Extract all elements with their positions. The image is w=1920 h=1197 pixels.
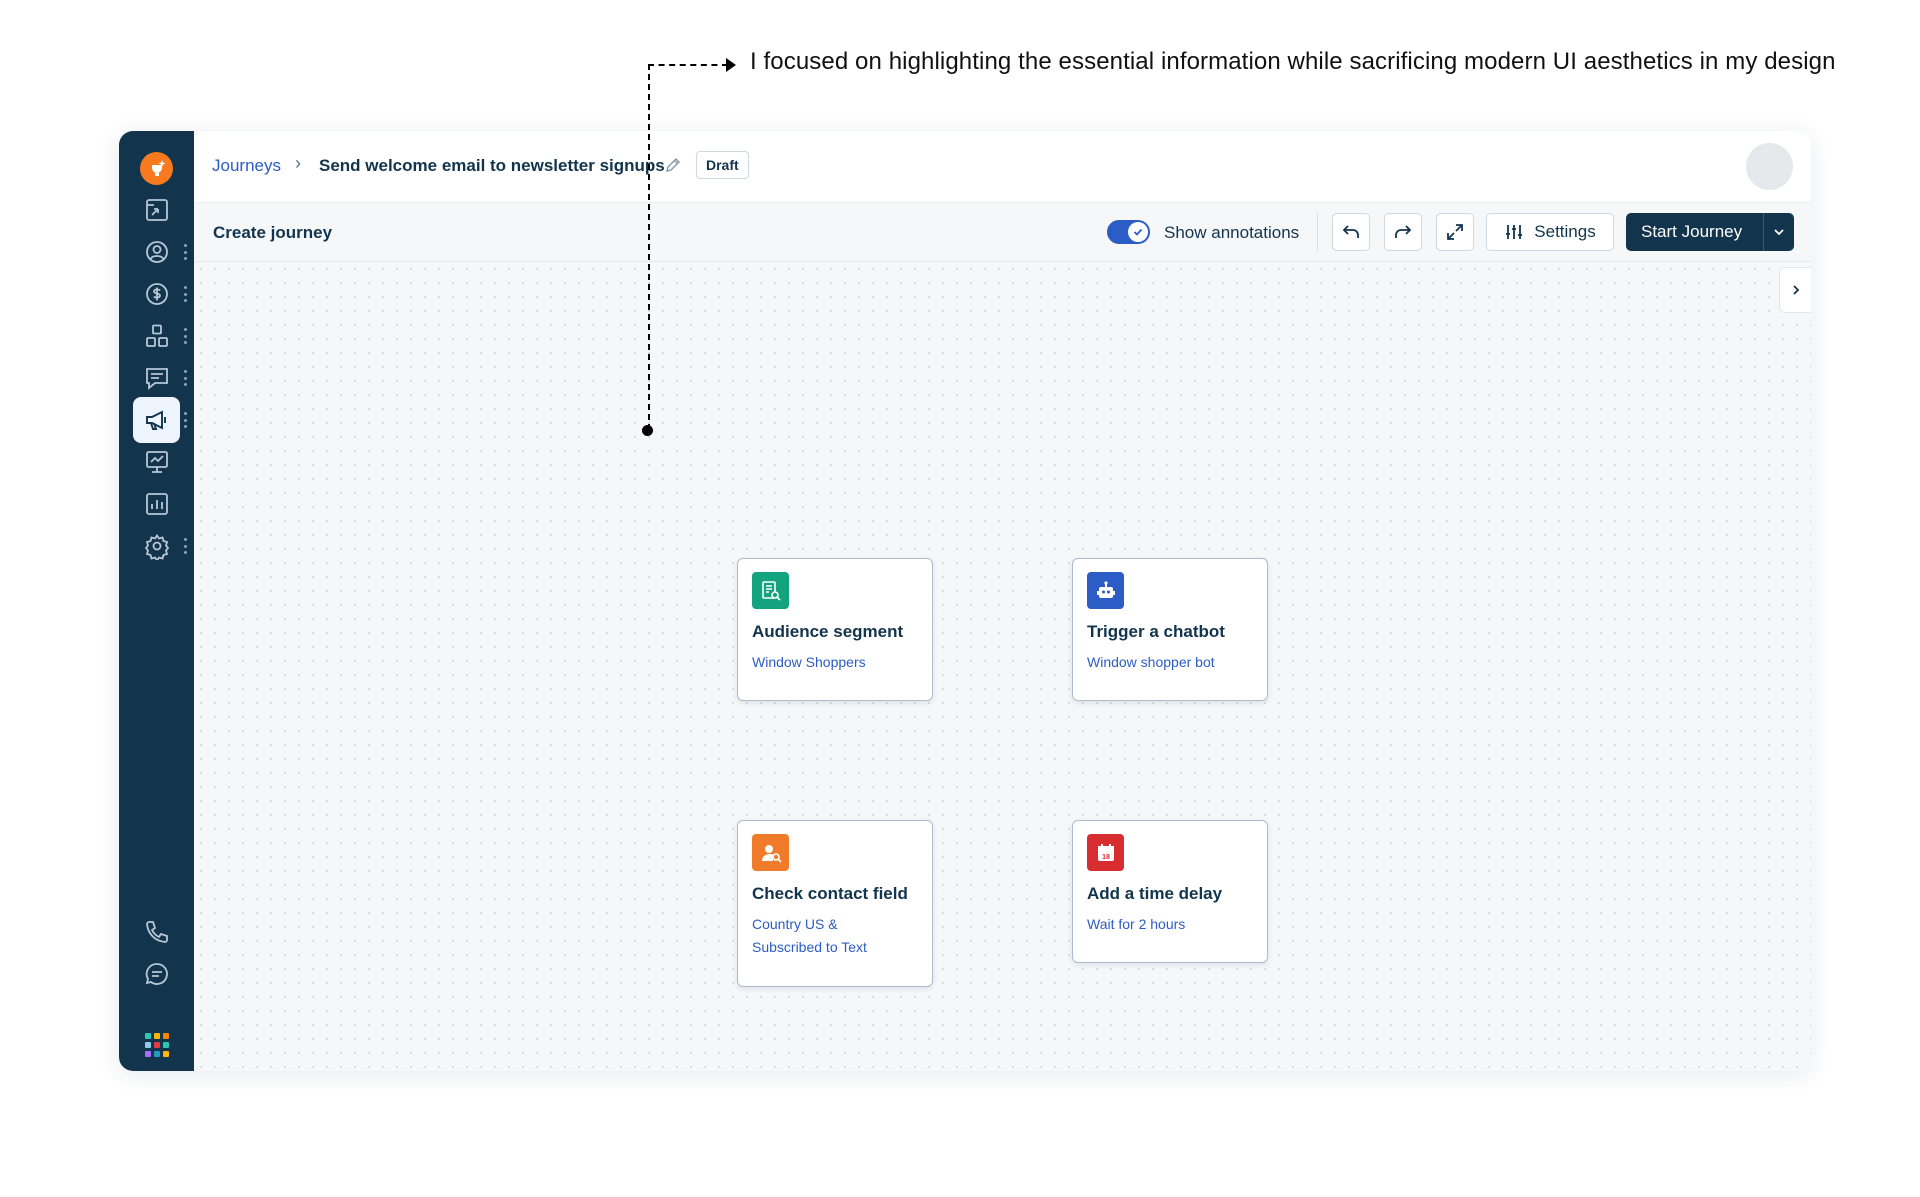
breadcrumb-journeys-link[interactable]: Journeys	[212, 156, 281, 176]
audience-segment-node[interactable]: Audience segment Window Shoppers	[737, 558, 933, 701]
deals-more-icon[interactable]	[183, 286, 187, 302]
settings-icon[interactable]	[133, 523, 180, 569]
trigger-chatbot-node[interactable]: Trigger a chatbot Window shopper bot	[1072, 558, 1268, 701]
contacts-icon[interactable]	[133, 229, 180, 275]
chevron-down-icon	[1774, 229, 1784, 236]
journey-canvas[interactable]: Audience segment Window Shoppers Trigger…	[194, 262, 1811, 1071]
redo-button[interactable]	[1384, 213, 1422, 251]
show-annotations-label: Show annotations	[1164, 223, 1300, 242]
callout-arrowhead	[726, 58, 736, 72]
start-journey-dropdown[interactable]	[1764, 225, 1794, 239]
segments-more-icon[interactable]	[183, 328, 187, 344]
deals-icon[interactable]	[133, 271, 180, 317]
chat-icon[interactable]	[133, 951, 180, 997]
expand-panel-button[interactable]	[1779, 267, 1811, 313]
callout-leader-vertical	[648, 64, 650, 430]
settings-button[interactable]: Settings	[1486, 213, 1614, 251]
analytics-icon[interactable]	[133, 481, 180, 527]
calendar-icon: 18	[1087, 834, 1124, 871]
node-title: Check contact field	[752, 884, 908, 903]
toggle-check-icon	[1128, 222, 1148, 242]
toolbar: Create journey Show annotations Settings…	[194, 203, 1811, 262]
calendar-day-label: 18	[1102, 854, 1110, 861]
sidebar	[119, 131, 194, 1071]
campaigns-more-icon[interactable]	[183, 412, 187, 428]
node-subtitle: Wait for 2 hours	[1087, 916, 1186, 932]
undo-icon	[1342, 225, 1359, 238]
conversations-more-icon[interactable]	[183, 370, 187, 386]
marketing-icon[interactable]	[133, 439, 180, 485]
apps-icon[interactable]	[145, 1033, 169, 1057]
sliders-icon	[1506, 225, 1523, 239]
toolbar-divider	[1317, 213, 1318, 251]
node-subtitle: Window Shoppers	[752, 654, 866, 670]
add-time-delay-node[interactable]: 18 Add a time delay Wait for 2 hours	[1072, 820, 1268, 963]
conversations-icon[interactable]	[133, 355, 180, 401]
node-title: Trigger a chatbot	[1087, 622, 1225, 641]
start-journey-button[interactable]: Start Journey	[1626, 213, 1794, 251]
audience-segment-icon	[752, 572, 789, 609]
show-annotations-toggle[interactable]	[1107, 220, 1150, 244]
status-badge: Draft	[696, 151, 749, 179]
breadcrumb-chevron-icon: ›	[295, 153, 301, 173]
segments-icon[interactable]	[133, 313, 180, 359]
brand-logo-icon[interactable]	[140, 152, 173, 185]
campaigns-icon[interactable]	[133, 397, 180, 443]
app-window: Journeys › Send welcome email to newslet…	[119, 131, 1811, 1071]
contact-field-icon	[752, 834, 789, 871]
settings-more-icon[interactable]	[183, 538, 187, 554]
expand-icon	[1447, 224, 1463, 240]
callout-leader-horizontal	[648, 64, 728, 66]
chevron-right-icon	[1792, 285, 1799, 295]
undo-button[interactable]	[1332, 213, 1370, 251]
settings-label: Settings	[1534, 222, 1596, 241]
node-subtitle: Window shopper bot	[1087, 654, 1215, 670]
node-title: Add a time delay	[1087, 884, 1223, 903]
toolbar-title: Create journey	[213, 223, 333, 242]
contacts-more-icon[interactable]	[183, 244, 187, 260]
start-journey-label: Start Journey	[1641, 222, 1743, 241]
node-subtitle: Country US & Subscribed to Text	[752, 916, 867, 955]
page-header: Journeys › Send welcome email to newslet…	[194, 131, 1811, 203]
chatbot-icon	[1087, 572, 1124, 609]
callout-annotation-text: I focused on highlighting the essential …	[750, 48, 1836, 75]
dashboard-icon[interactable]	[133, 187, 180, 233]
user-avatar[interactable]	[1746, 143, 1793, 190]
redo-icon	[1395, 225, 1412, 238]
fullscreen-button[interactable]	[1436, 213, 1474, 251]
check-contact-field-node[interactable]: Check contact field Country US & Subscrib…	[737, 820, 933, 987]
journey-name: Send welcome email to newsletter signups	[319, 156, 665, 175]
callout-anchor-dot	[642, 425, 653, 436]
node-title: Audience segment	[752, 622, 904, 641]
pencil-edit-icon[interactable]	[664, 156, 682, 174]
phone-icon[interactable]	[133, 909, 180, 955]
